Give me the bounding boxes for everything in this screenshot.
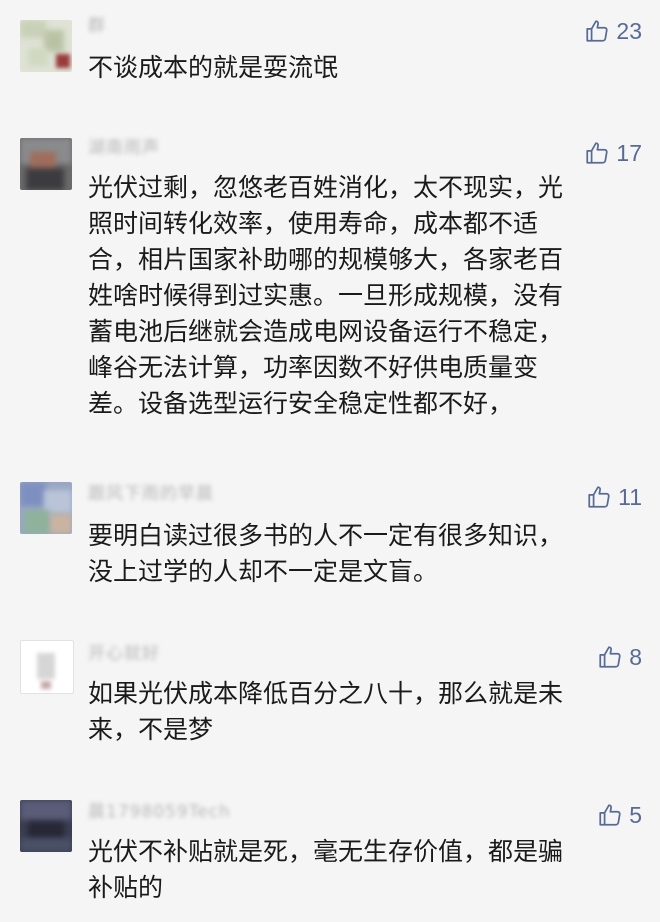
- comment-text-line: 来，不是梦: [88, 715, 214, 744]
- like-button[interactable]: 11: [586, 482, 642, 512]
- avatar[interactable]: [20, 800, 72, 852]
- comment-text: 要明白读过很多书的人不一定有很多知识， 没上过学的人却不一定是文盲。: [88, 518, 628, 590]
- like-count: 11: [618, 483, 642, 510]
- like-button[interactable]: 23: [584, 16, 642, 46]
- like-button[interactable]: 17: [584, 138, 642, 168]
- avatar[interactable]: [20, 640, 74, 694]
- comment-text-line: 姓啥时候得到过实惠。一旦形成规模，没有: [88, 281, 564, 310]
- comment-text: 光伏过剩，忽悠老百姓消化，太不现实，光 照时间转化效率，使用寿命，成本都不适 合…: [88, 170, 628, 422]
- comment-text-line: 如果光伏成本降低百分之八十，那么就是未: [88, 679, 564, 708]
- thumbs-up-icon: [599, 804, 621, 826]
- comment-text-line: 没上过学的人却不一定是文盲。: [88, 557, 439, 586]
- avatar[interactable]: [20, 20, 72, 72]
- comment-text: 如果光伏成本降低百分之八十，那么就是未 来，不是梦: [88, 676, 628, 748]
- comment-text-line: 补贴的: [88, 873, 164, 902]
- like-count: 5: [629, 801, 642, 828]
- comment-text-line: 蓄电池后继就会造成电网设备运行不稳定，: [88, 317, 564, 346]
- comment-text-line: 峰谷无法计算，功率因数不好供电质量变: [88, 353, 539, 382]
- like-button[interactable]: 5: [597, 800, 642, 830]
- avatar[interactable]: [20, 138, 72, 190]
- comment-text-line: 要明白读过很多书的人不一定有很多知识，: [88, 521, 564, 550]
- thumbs-up-icon: [588, 486, 610, 508]
- comment-text: 不谈成本的就是耍流氓: [88, 50, 628, 86]
- comment-text-line: 光伏不补贴就是死，毫无生存价值，都是骗: [88, 837, 564, 866]
- nickname[interactable]: 湖南雨声: [88, 138, 160, 158]
- comment-text-line: 合，相片国家补助哪的规模够大，各家老百: [88, 245, 564, 274]
- comment-text-line: 光伏过剩，忽悠老百姓消化，太不现实，光: [88, 173, 564, 202]
- comment-text: 光伏不补贴就是死，毫无生存价值，都是骗 补贴的: [88, 834, 628, 906]
- nickname[interactable]: 群: [88, 16, 106, 36]
- thumbs-up-icon: [599, 646, 621, 668]
- like-count: 8: [629, 643, 642, 670]
- like-count: 17: [616, 139, 642, 166]
- like-count: 23: [616, 17, 642, 44]
- thumbs-up-icon: [586, 142, 609, 164]
- nickname[interactable]: 跟风下雨的早晨: [88, 484, 214, 504]
- nickname[interactable]: 晨1798059Tech: [88, 802, 231, 822]
- nickname[interactable]: 开心就好: [88, 644, 160, 664]
- like-button[interactable]: 8: [597, 642, 642, 672]
- comment-text-line: 照时间转化效率，使用寿命，成本都不适: [88, 209, 539, 238]
- thumbs-up-icon: [586, 20, 609, 42]
- avatar[interactable]: [20, 482, 72, 534]
- comment-text-line: 差。设备选型运行安全稳定性都不好，: [88, 389, 514, 418]
- comment-text-line: 不谈成本的就是耍流氓: [88, 53, 339, 82]
